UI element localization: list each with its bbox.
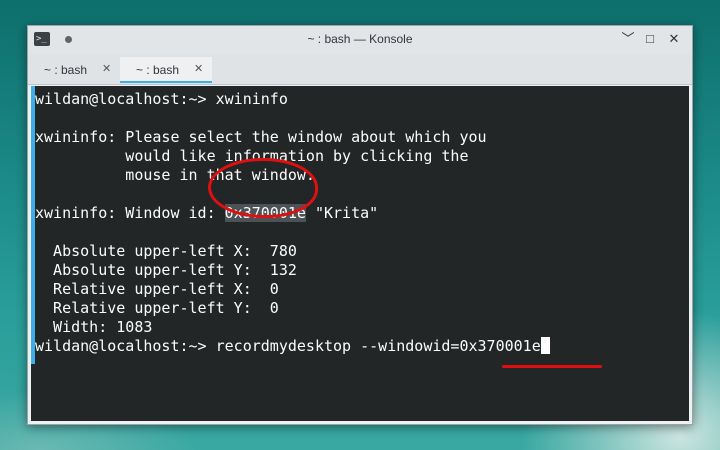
terminal-output: wildan@localhost:~> xwininfo xwininfo: P… [35,90,550,356]
tab-bar: ~ : bash ✕ ~ : bash ✕ [28,54,692,85]
output-line: Relative upper-left Y: 0 [35,299,279,317]
prompt: wildan@localhost:~> [35,337,207,355]
tab-close-icon[interactable]: ✕ [102,62,111,75]
window-name: "Krita" [314,204,379,222]
window-title: ~ : bash — Konsole [307,32,413,46]
minimize-button[interactable]: ﹀ [620,31,636,47]
output-line: Absolute upper-left Y: 132 [35,261,297,279]
output-line: Absolute upper-left X: 780 [35,242,297,260]
tab-bash-2[interactable]: ~ : bash ✕ [120,57,212,83]
output-line: Relative upper-left X: 0 [35,280,279,298]
close-button[interactable]: ✕ [666,31,682,47]
prompt: wildan@localhost:~> [35,90,207,108]
tab-label: ~ : bash [136,63,180,77]
red-circle-annotation [208,158,318,218]
terminal-view[interactable]: wildan@localhost:~> xwininfo xwininfo: P… [31,86,689,421]
text-cursor [540,337,550,354]
maximize-button[interactable]: □ [642,31,658,47]
tab-close-icon[interactable]: ✕ [194,62,203,75]
command-line: xwininfo [215,90,288,108]
title-bar[interactable]: >_ ~ : bash — Konsole ﹀ □ ✕ [28,26,692,54]
output-line: xwininfo: Window id: [35,204,225,222]
tab-bash-1[interactable]: ~ : bash ✕ [28,57,118,83]
tab-label: ~ : bash [44,63,88,77]
command-input[interactable]: recordmydesktop --windowid=0x370001e [216,337,541,355]
output-line: Width: 1083 [35,318,153,336]
output-line: xwininfo: Please select the window about… [35,128,487,146]
red-underline-annotation [502,365,602,368]
